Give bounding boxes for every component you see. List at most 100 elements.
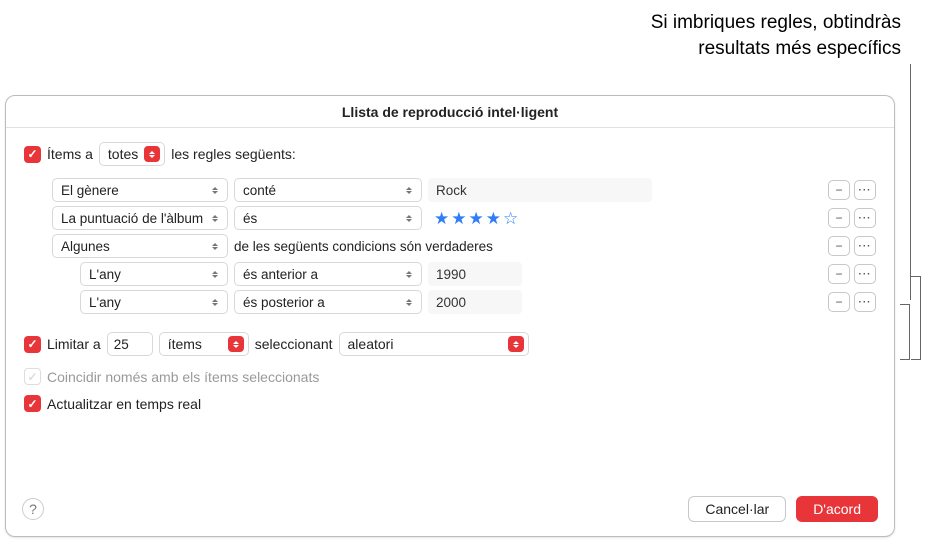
rule-field-value: L'any <box>89 267 121 282</box>
star-icon: ★ <box>486 210 501 227</box>
remove-rule-button[interactable]: − <box>828 208 850 228</box>
rule-value-text: 1990 <box>436 267 466 282</box>
rule-field-select[interactable]: L'any <box>80 262 228 286</box>
match-mode-select[interactable]: totes <box>99 142 165 166</box>
rule-field-value: El gènere <box>61 183 119 198</box>
rule-value-input[interactable]: 2000 <box>428 290 522 314</box>
limit-count-value: 25 <box>114 337 129 352</box>
rule-field-value: La puntuació de l'àlbum <box>61 211 203 226</box>
callout-vertical <box>910 64 911 300</box>
rule-op-select[interactable]: conté <box>234 178 422 202</box>
limit-checkbox[interactable] <box>24 336 41 353</box>
limit-unit-select[interactable]: ítems <box>159 332 249 356</box>
rule-field-select[interactable]: L'any <box>80 290 228 314</box>
rule-controls: − ··· <box>828 292 876 312</box>
rule-controls: − ··· <box>828 236 876 256</box>
match-checkbox[interactable] <box>24 146 41 163</box>
rule-group-text: de les següents condicions són verdadere… <box>234 239 493 254</box>
rule-stars-input[interactable]: ★ ★ ★ ★ ☆ <box>428 206 524 230</box>
limit-method-select[interactable]: aleatori <box>339 332 529 356</box>
live-update-label: Actualitzar en temps real <box>47 396 201 412</box>
rule-field-select[interactable]: El gènere <box>52 178 228 202</box>
ok-label: D'acord <box>813 501 861 517</box>
rule-op-select[interactable]: és posterior a <box>234 290 422 314</box>
live-update-checkbox[interactable] <box>24 395 41 412</box>
cancel-button[interactable]: Cancel·lar <box>688 496 786 522</box>
rule-value-text: 2000 <box>436 295 466 310</box>
rule-op-value: és posterior a <box>243 295 325 310</box>
rule-controls: − ··· <box>828 180 876 200</box>
ok-button[interactable]: D'acord <box>796 496 878 522</box>
rule-row: L'any és posterior a 2000 − ··· <box>80 290 876 314</box>
remove-rule-button[interactable]: − <box>828 180 850 200</box>
star-icon: ★ <box>469 210 484 227</box>
star-icon: ★ <box>451 210 466 227</box>
callout-bracket-inner <box>900 304 910 360</box>
remove-rule-button[interactable]: − <box>828 236 850 256</box>
rule-op-value: és anterior a <box>243 267 318 282</box>
limit-row: Limitar a 25 ítems seleccionant aleatori <box>24 332 876 356</box>
remove-rule-button[interactable]: − <box>828 264 850 284</box>
match-selected-checkbox[interactable] <box>24 368 41 385</box>
star-icon: ★ <box>434 210 449 227</box>
match-suffix: les regles següents: <box>171 146 296 162</box>
match-selected-row: Coincidir només amb els ítems selecciona… <box>24 368 876 385</box>
live-update-row: Actualitzar en temps real <box>24 395 876 412</box>
annotation-line2: resultats més específics <box>698 38 901 59</box>
limit-method-value: aleatori <box>348 336 394 352</box>
dialog-window: Llista de reproducció intel·ligent Ítems… <box>5 95 895 537</box>
chevron-updown-icon <box>403 215 415 222</box>
rule-op-value: conté <box>243 183 276 198</box>
dialog-content: Ítems a totes les regles següents: El gè… <box>6 128 894 412</box>
chevron-updown-icon <box>403 299 415 306</box>
annotation-caption: Si imbriques regles, obtindràs resultats… <box>651 10 901 61</box>
cancel-label: Cancel·lar <box>705 501 769 517</box>
match-row: Ítems a totes les regles següents: <box>24 142 876 166</box>
rule-value-input[interactable]: 1990 <box>428 262 522 286</box>
window-title: Llista de reproducció intel·ligent <box>6 96 894 128</box>
rule-group-value: Algunes <box>61 239 110 254</box>
chevron-updown-icon <box>209 243 221 250</box>
chevron-updown-icon <box>508 336 524 352</box>
rule-group-match-select[interactable]: Algunes <box>52 234 228 258</box>
limit-selecting-label: seleccionant <box>255 336 333 352</box>
star-outline-icon: ☆ <box>503 210 518 227</box>
limit-label: Limitar a <box>47 336 101 352</box>
rule-field-value: L'any <box>89 295 121 310</box>
rule-op-select[interactable]: és <box>234 206 422 230</box>
help-button[interactable]: ? <box>22 498 44 520</box>
rule-options-button[interactable]: ··· <box>854 292 876 312</box>
callout-bracket-outer <box>911 276 921 360</box>
rule-controls: − ··· <box>828 264 876 284</box>
remove-rule-button[interactable]: − <box>828 292 850 312</box>
rule-row: Algunes de les següents condicions són v… <box>52 234 876 258</box>
rule-row: L'any és anterior a 1990 − ··· <box>80 262 876 286</box>
rule-row: El gènere conté Rock − ··· <box>52 178 876 202</box>
rule-value-input[interactable]: Rock <box>428 178 652 202</box>
match-mode-value: totes <box>108 146 138 162</box>
rule-field-select[interactable]: La puntuació de l'àlbum <box>52 206 228 230</box>
chevron-updown-icon <box>209 299 221 306</box>
limit-unit-value: ítems <box>168 336 202 352</box>
chevron-updown-icon <box>403 271 415 278</box>
rules-list: El gènere conté Rock − ··· <box>52 178 876 314</box>
chevron-updown-icon <box>144 146 160 162</box>
chevron-updown-icon <box>209 271 221 278</box>
rule-row: La puntuació de l'àlbum és ★ ★ ★ ★ ☆ − <box>52 206 876 230</box>
dialog-footer: ? Cancel·lar D'acord <box>6 486 894 536</box>
rule-options-button[interactable]: ··· <box>854 208 876 228</box>
chevron-updown-icon <box>403 187 415 194</box>
rule-options-button[interactable]: ··· <box>854 264 876 284</box>
rule-options-button[interactable]: ··· <box>854 180 876 200</box>
rule-op-select[interactable]: és anterior a <box>234 262 422 286</box>
limit-count-input[interactable]: 25 <box>107 332 153 356</box>
chevron-updown-icon <box>228 336 244 352</box>
rule-options-button[interactable]: ··· <box>854 236 876 256</box>
chevron-updown-icon <box>209 215 221 222</box>
rule-value-text: Rock <box>436 183 467 198</box>
rule-controls: − ··· <box>828 208 876 228</box>
chevron-updown-icon <box>209 187 221 194</box>
rule-op-value: és <box>243 211 257 226</box>
match-prefix: Ítems a <box>47 146 93 162</box>
annotation-line1: Si imbriques regles, obtindràs <box>651 12 901 33</box>
